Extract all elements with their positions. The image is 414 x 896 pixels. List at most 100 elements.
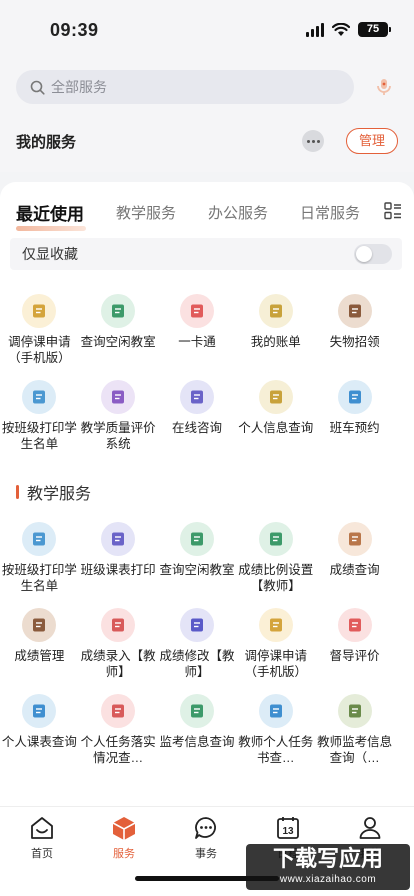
service-item[interactable]: 班车预约 [315, 380, 394, 466]
manage-button[interactable]: 管理 [346, 128, 398, 154]
service-item[interactable]: 查询空闲教室 [158, 522, 237, 608]
list-view-icon[interactable] [384, 202, 402, 220]
bottom-tab-home[interactable]: 首页 [12, 815, 72, 861]
service-cube-icon [112, 817, 136, 840]
teaching-section-header: 教学服务 [16, 482, 92, 503]
home-indicator [135, 876, 279, 881]
presentation-icon [101, 380, 136, 414]
favorites-toggle[interactable] [354, 244, 392, 264]
timetable-icon [22, 694, 57, 728]
search-input[interactable]: 全部服务 [16, 70, 354, 104]
service-item[interactable]: 教师个人任务书查… [236, 694, 315, 780]
bottom-tab-label: 服务 [113, 848, 135, 860]
status-time: 09:39 [50, 20, 99, 40]
more-button[interactable] [302, 130, 324, 152]
calendar-icon [337, 522, 372, 556]
service-item-label: 班车预约 [329, 421, 380, 435]
printer-icon [22, 522, 57, 556]
service-item[interactable]: 失物招领 [315, 294, 394, 380]
service-item[interactable]: 查询空闲教室 [79, 294, 158, 380]
service-item-label: 成绩录入【教师】 [80, 649, 156, 679]
document-form-icon [258, 608, 293, 642]
service-item-label: 调停课申请（手机版） [244, 649, 308, 679]
service-item[interactable]: 成绩录入【教师】 [79, 608, 158, 694]
exam-download-icon [179, 694, 214, 728]
service-item-label: 个人信息查询 [238, 421, 314, 435]
service-item-label: 成绩修改【教师】 [159, 649, 235, 679]
service-item[interactable]: 教学质量评价系统 [79, 380, 158, 466]
service-item-label: 调停课申请（手机版） [8, 335, 71, 365]
bus-icon [337, 380, 372, 414]
calendar-13-icon: 13 [277, 817, 299, 839]
service-item[interactable]: 监考信息查询 [158, 694, 237, 780]
service-item[interactable]: 一卡通 [158, 294, 237, 380]
tab-office[interactable]: 办公服务 [208, 202, 268, 223]
teaching-section-title: 教学服务 [27, 486, 92, 503]
service-item[interactable]: 教师监考信息查询（… [315, 694, 394, 780]
service-item-label: 教学质量评价系统 [80, 421, 156, 451]
battery-icon: 75 [358, 22, 391, 37]
ledger-icon [22, 608, 57, 642]
service-item[interactable]: 个人课表查询 [0, 694, 79, 780]
bottom-tab-label: 事务 [195, 848, 217, 860]
service-item[interactable]: 成绩管理 [0, 608, 79, 694]
recent-services-grid: 调停课申请（手机版） 查询空闲教室 一卡通 我的账单 失物招领按班级打印学生名单 教学质量… [0, 294, 414, 466]
service-item-label: 一卡通 [178, 335, 216, 349]
classroom-board-icon [101, 294, 136, 328]
service-item-label: 督导评价 [329, 649, 380, 663]
svg-text:13: 13 [282, 826, 294, 837]
task-book-icon [258, 694, 293, 728]
top-area: 全部服务 我的服务 管理 [0, 56, 414, 172]
service-item[interactable]: 在线咨询 [158, 380, 237, 466]
service-item-label: 按班级打印学生名单 [1, 563, 77, 593]
service-item-label: 成绩比例设置【教师】 [238, 563, 314, 593]
services-card: 最近使用 教学服务 办公服务 日常服务 仅显收藏 调停课申请（手机版） 查询空闲教… [0, 182, 414, 810]
service-item-label: 查询空闲教室 [80, 335, 156, 349]
service-item[interactable]: 个人任务落实情况查… [79, 694, 158, 780]
service-item[interactable]: 班级课表打印 [79, 522, 158, 608]
printer-icon [22, 380, 57, 414]
tab-teaching[interactable]: 教学服务 [116, 202, 176, 223]
service-item[interactable]: 调停课申请（手机版） [236, 608, 315, 694]
service-item-label: 教师个人任务书查… [238, 735, 314, 765]
category-tabs: 最近使用 教学服务 办公服务 日常服务 [16, 198, 404, 231]
service-item[interactable]: 督导评价 [315, 608, 394, 694]
service-item[interactable]: 个人信息查询 [236, 380, 315, 466]
service-item-label: 监考信息查询 [159, 735, 235, 749]
bill-icon [258, 294, 293, 328]
classroom-board-icon [179, 522, 214, 556]
service-item[interactable]: 成绩查询 [315, 522, 394, 608]
status-icons: 75 [306, 22, 391, 37]
invigilator-icon [337, 694, 372, 728]
my-services-title: 我的服务 [16, 133, 77, 151]
tab-daily[interactable]: 日常服务 [300, 202, 360, 223]
tab-recent[interactable]: 最近使用 [16, 200, 86, 231]
status-bar: 09:39 75 [0, 0, 414, 56]
service-item[interactable]: 成绩比例设置【教师】 [236, 522, 315, 608]
box-icon [337, 294, 372, 328]
service-item[interactable]: 按班级打印学生名单 [0, 522, 79, 608]
service-item-label: 成绩查询 [329, 563, 380, 577]
service-item-label: 教师监考信息查询（… [317, 735, 393, 765]
bottom-tab-affairs[interactable]: 事务 [176, 815, 236, 861]
service-item-label: 在线咨询 [171, 421, 222, 435]
bottom-tab-label: 首页 [31, 848, 53, 860]
service-item-label: 成绩管理 [14, 649, 65, 663]
bottom-tab-service[interactable]: 服务 [94, 815, 154, 861]
grade-ratio-icon [258, 522, 293, 556]
service-item[interactable]: 成绩修改【教师】 [158, 608, 237, 694]
document-form-icon [22, 294, 57, 328]
service-item[interactable]: 按班级打印学生名单 [0, 380, 79, 466]
signal-icon [306, 22, 324, 37]
voice-button[interactable] [374, 76, 394, 98]
service-item[interactable]: 我的账单 [236, 294, 315, 380]
user-icon [359, 817, 381, 839]
favorites-filter-label: 仅显收藏 [22, 246, 78, 262]
service-item[interactable]: 调停课申请（手机版） [0, 294, 79, 380]
microphone-icon [377, 79, 391, 95]
search-icon [30, 80, 45, 95]
watermark-logo: 下载写应用 www.xiazaihao.com [246, 844, 410, 890]
service-item-label: 个人任务落实情况查… [80, 735, 156, 765]
grade-entry-icon [101, 608, 136, 642]
favorites-filter-row: 仅显收藏 [10, 238, 402, 270]
